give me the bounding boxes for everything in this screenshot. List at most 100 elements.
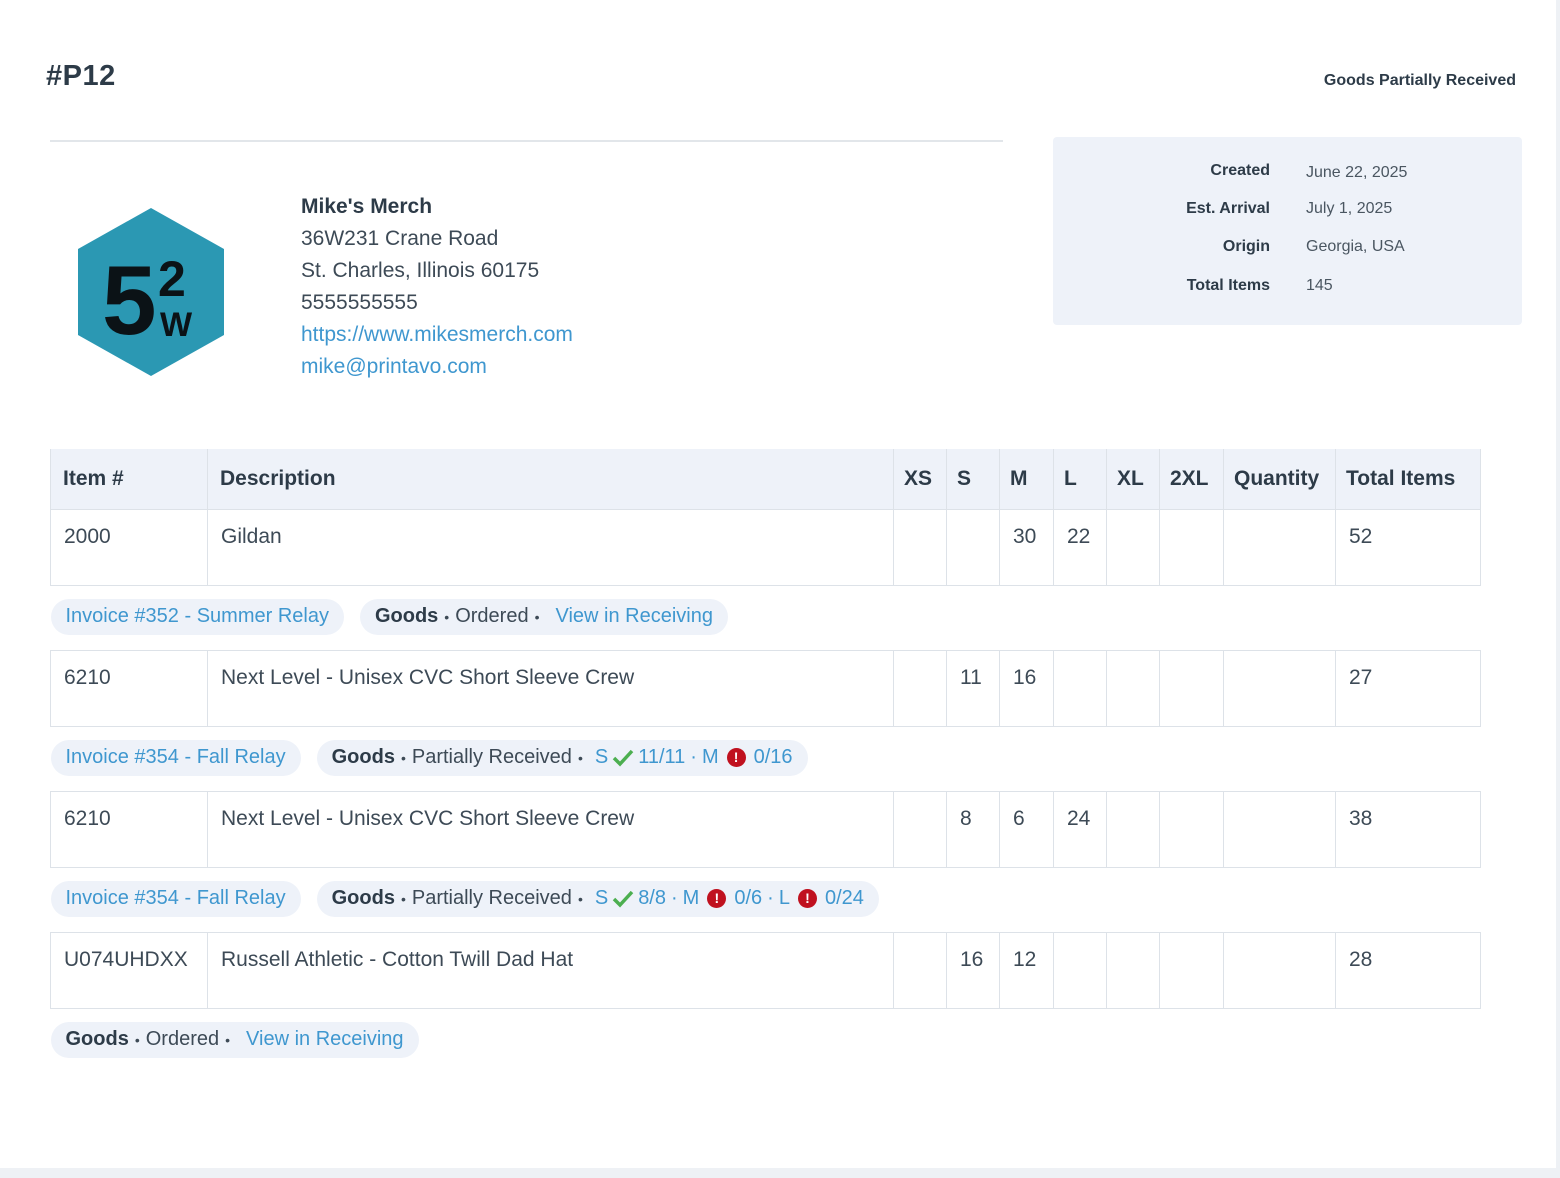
- vendor-logo: 5 2 W: [78, 208, 224, 376]
- cell-description: Next Level - Unisex CVC Short Sleeve Cre…: [207, 649, 894, 727]
- row-status-bar: Invoice #354 - Fall Relay Goods • Partia…: [50, 726, 1481, 791]
- cell-quantity: [1223, 790, 1336, 868]
- vendor-address-line2: St. Charles, Illinois 60175: [301, 259, 540, 282]
- cell-description: Russell Athletic - Cotton Twill Dad Hat: [207, 931, 894, 1009]
- bullet: •: [400, 890, 406, 907]
- cell-item-number: U074UHDXX: [50, 931, 208, 1009]
- column-header: Total Items: [1335, 449, 1481, 509]
- detail-created: Created June 22, 2025: [1053, 162, 1522, 192]
- cell-s: [946, 508, 1000, 586]
- row-status-bar: Invoice #354 - Fall Relay Goods • Partia…: [50, 867, 1481, 932]
- cell-l: 24: [1053, 790, 1107, 868]
- detail-total-items: Total Items 145: [1053, 277, 1522, 307]
- size-code[interactable]: M: [702, 746, 719, 769]
- bullet: •: [134, 1031, 140, 1048]
- invoice-pill[interactable]: Invoice #352 - Summer Relay: [50, 598, 344, 635]
- cell-quantity: [1223, 931, 1336, 1009]
- detail-value: 145: [1306, 277, 1333, 294]
- cell-xs: [893, 931, 947, 1009]
- cell-xl: [1106, 649, 1160, 727]
- invoice-link[interactable]: Invoice #354 - Fall Relay: [66, 746, 286, 769]
- goods-state: Partially Received: [411, 746, 572, 768]
- table-row: 6210 Next Level - Unisex CVC Short Sleev…: [50, 649, 1481, 727]
- column-header: Quantity: [1223, 449, 1336, 509]
- detail-value: Georgia, USA: [1306, 238, 1405, 255]
- size-code[interactable]: S: [595, 746, 608, 769]
- cell-total-items: 27: [1335, 649, 1481, 727]
- order-details-panel: Created June 22, 2025 Est. Arrival July …: [1053, 137, 1522, 325]
- column-header: XS: [893, 449, 947, 509]
- size-code[interactable]: S: [595, 887, 608, 910]
- vendor-info: Mike's Merch 36W231 Crane Road St. Charl…: [301, 191, 573, 383]
- column-header: S: [946, 449, 1000, 509]
- bullet: ·: [767, 887, 774, 909]
- bullet: •: [444, 608, 450, 625]
- cell-xl: [1106, 508, 1160, 586]
- column-header: XL: [1106, 449, 1160, 509]
- vendor-address-line1: 36W231 Crane Road: [301, 227, 499, 250]
- row-status-bar: Goods • Ordered • View in Receiving: [50, 1008, 1481, 1073]
- goods-label: Goods: [331, 746, 395, 768]
- cell-xs: [893, 508, 947, 586]
- bullet: •: [577, 890, 583, 907]
- invoice-link[interactable]: Invoice #352 - Summer Relay: [66, 605, 329, 628]
- cell-total-items: 52: [1335, 508, 1481, 586]
- goods-status-pill: Goods • Partially Received • S 11/11 · M…: [316, 739, 808, 776]
- check-icon: [612, 890, 634, 908]
- logo-five: 5: [102, 245, 157, 355]
- table-row: 2000 Gildan 30 22 52: [50, 508, 1481, 586]
- table-row: U074UHDXX Russell Athletic - Cotton Twil…: [50, 931, 1481, 1009]
- purchase-order-page: #P12 Goods Partially Received 5 2 W Mike…: [0, 0, 1556, 1168]
- size-received-count[interactable]: 0/16: [754, 746, 793, 769]
- size-received-count[interactable]: 0/24: [825, 887, 864, 910]
- size-received-count[interactable]: 11/11: [638, 746, 685, 769]
- cell-xl: [1106, 931, 1160, 1009]
- goods-state: Ordered: [455, 605, 529, 627]
- cell-m: 16: [999, 649, 1054, 727]
- exclamation-circle-icon: !: [726, 748, 746, 767]
- status-pills: Invoice #352 - Summer Relay Goods • Orde…: [50, 598, 728, 635]
- cell-s: 16: [946, 931, 1000, 1009]
- vendor-phone: 5555555555: [301, 291, 418, 314]
- column-header: 2XL: [1159, 449, 1224, 509]
- cell-l: [1053, 649, 1107, 727]
- row-status-bar: Invoice #352 - Summer Relay Goods • Orde…: [50, 585, 1481, 650]
- divider: [50, 140, 1003, 142]
- vendor-website-link[interactable]: https://www.mikesmerch.com: [301, 319, 573, 351]
- cell-m: 6: [999, 790, 1054, 868]
- cell-item-number: 6210: [50, 649, 208, 727]
- goods-status-pill: Goods • Ordered • View in Receiving: [359, 598, 728, 635]
- cell-2xl: [1159, 931, 1224, 1009]
- cell-description: Next Level - Unisex CVC Short Sleeve Cre…: [207, 790, 894, 868]
- vendor-name: Mike's Merch: [301, 195, 433, 218]
- detail-label: Origin: [1222, 238, 1270, 255]
- po-number: #P12: [46, 60, 116, 92]
- goods-state: Partially Received: [411, 887, 572, 909]
- bullet: •: [400, 749, 406, 766]
- detail-origin: Origin Georgia, USA: [1053, 238, 1522, 268]
- size-code[interactable]: L: [779, 887, 790, 910]
- size-received-count[interactable]: 8/8: [638, 887, 666, 910]
- cell-xs: [893, 649, 947, 727]
- view-in-receiving-link[interactable]: View in Receiving: [246, 1028, 404, 1051]
- cell-m: 30: [999, 508, 1054, 586]
- detail-label: Created: [1210, 162, 1270, 179]
- cell-total-items: 38: [1335, 790, 1481, 868]
- detail-est-arrival: Est. Arrival July 1, 2025: [1053, 200, 1522, 230]
- invoice-pill[interactable]: Invoice #354 - Fall Relay: [50, 880, 301, 917]
- cell-2xl: [1159, 790, 1224, 868]
- invoice-pill[interactable]: Invoice #354 - Fall Relay: [50, 739, 301, 776]
- cell-item-number: 6210: [50, 790, 208, 868]
- size-code[interactable]: M: [683, 887, 700, 910]
- goods-status-pill: Goods • Ordered • View in Receiving: [50, 1021, 419, 1058]
- view-in-receiving-link[interactable]: View in Receiving: [555, 605, 713, 628]
- cell-2xl: [1159, 508, 1224, 586]
- goods-status-pill: Goods • Partially Received • S 8/8 · M !…: [316, 880, 879, 917]
- size-received-count[interactable]: 0/6: [734, 887, 762, 910]
- cell-total-items: 28: [1335, 931, 1481, 1009]
- vendor-email-link[interactable]: mike@printavo.com: [301, 351, 573, 383]
- goods-label: Goods: [65, 1028, 129, 1050]
- cell-xl: [1106, 790, 1160, 868]
- column-header: Description: [207, 449, 894, 509]
- invoice-link[interactable]: Invoice #354 - Fall Relay: [66, 887, 286, 910]
